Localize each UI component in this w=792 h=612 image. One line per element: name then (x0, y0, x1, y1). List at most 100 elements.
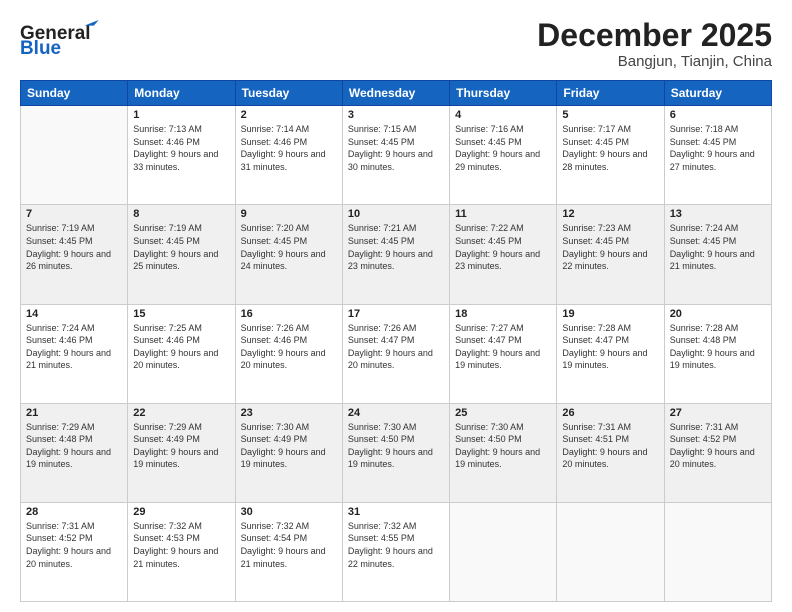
day-info: Sunrise: 7:20 AMSunset: 4:45 PMDaylight:… (241, 222, 337, 272)
table-row: 25 Sunrise: 7:30 AMSunset: 4:50 PMDaylig… (450, 403, 557, 502)
col-thursday: Thursday (450, 81, 557, 106)
table-row: 15 Sunrise: 7:25 AMSunset: 4:46 PMDaylig… (128, 304, 235, 403)
day-info: Sunrise: 7:26 AMSunset: 4:46 PMDaylight:… (241, 322, 337, 372)
table-row: 4 Sunrise: 7:16 AMSunset: 4:45 PMDayligh… (450, 106, 557, 205)
month-title: December 2025 (537, 18, 772, 53)
day-info: Sunrise: 7:28 AMSunset: 4:47 PMDaylight:… (562, 322, 658, 372)
day-info: Sunrise: 7:30 AMSunset: 4:49 PMDaylight:… (241, 421, 337, 471)
day-number: 1 (133, 109, 229, 121)
table-row: 27 Sunrise: 7:31 AMSunset: 4:52 PMDaylig… (664, 403, 771, 502)
table-row: 24 Sunrise: 7:30 AMSunset: 4:50 PMDaylig… (342, 403, 449, 502)
day-info: Sunrise: 7:27 AMSunset: 4:47 PMDaylight:… (455, 322, 551, 372)
day-number: 20 (670, 308, 766, 320)
day-number: 23 (241, 407, 337, 419)
day-info: Sunrise: 7:15 AMSunset: 4:45 PMDaylight:… (348, 123, 444, 173)
day-info: Sunrise: 7:13 AMSunset: 4:46 PMDaylight:… (133, 123, 229, 173)
col-saturday: Saturday (664, 81, 771, 106)
day-number: 6 (670, 109, 766, 121)
table-row: 3 Sunrise: 7:15 AMSunset: 4:45 PMDayligh… (342, 106, 449, 205)
day-info: Sunrise: 7:23 AMSunset: 4:45 PMDaylight:… (562, 222, 658, 272)
table-row (664, 502, 771, 601)
day-info: Sunrise: 7:32 AMSunset: 4:54 PMDaylight:… (241, 520, 337, 570)
logo-svg: General Blue (20, 18, 110, 58)
table-row: 22 Sunrise: 7:29 AMSunset: 4:49 PMDaylig… (128, 403, 235, 502)
calendar-week-row: 28 Sunrise: 7:31 AMSunset: 4:52 PMDaylig… (21, 502, 772, 601)
day-info: Sunrise: 7:30 AMSunset: 4:50 PMDaylight:… (348, 421, 444, 471)
table-row: 12 Sunrise: 7:23 AMSunset: 4:45 PMDaylig… (557, 205, 664, 304)
table-row: 26 Sunrise: 7:31 AMSunset: 4:51 PMDaylig… (557, 403, 664, 502)
day-info: Sunrise: 7:24 AMSunset: 4:45 PMDaylight:… (670, 222, 766, 272)
table-row: 9 Sunrise: 7:20 AMSunset: 4:45 PMDayligh… (235, 205, 342, 304)
calendar-header-row: Sunday Monday Tuesday Wednesday Thursday… (21, 81, 772, 106)
day-number: 19 (562, 308, 658, 320)
day-info: Sunrise: 7:18 AMSunset: 4:45 PMDaylight:… (670, 123, 766, 173)
day-number: 7 (26, 208, 122, 220)
table-row: 21 Sunrise: 7:29 AMSunset: 4:48 PMDaylig… (21, 403, 128, 502)
table-row: 8 Sunrise: 7:19 AMSunset: 4:45 PMDayligh… (128, 205, 235, 304)
day-number: 13 (670, 208, 766, 220)
day-info: Sunrise: 7:24 AMSunset: 4:46 PMDaylight:… (26, 322, 122, 372)
table-row: 17 Sunrise: 7:26 AMSunset: 4:47 PMDaylig… (342, 304, 449, 403)
table-row: 16 Sunrise: 7:26 AMSunset: 4:46 PMDaylig… (235, 304, 342, 403)
day-number: 18 (455, 308, 551, 320)
table-row: 29 Sunrise: 7:32 AMSunset: 4:53 PMDaylig… (128, 502, 235, 601)
col-friday: Friday (557, 81, 664, 106)
day-number: 31 (348, 506, 444, 518)
col-sunday: Sunday (21, 81, 128, 106)
day-info: Sunrise: 7:30 AMSunset: 4:50 PMDaylight:… (455, 421, 551, 471)
day-info: Sunrise: 7:19 AMSunset: 4:45 PMDaylight:… (26, 222, 122, 272)
day-number: 25 (455, 407, 551, 419)
day-number: 8 (133, 208, 229, 220)
table-row: 1 Sunrise: 7:13 AMSunset: 4:46 PMDayligh… (128, 106, 235, 205)
day-info: Sunrise: 7:31 AMSunset: 4:52 PMDaylight:… (670, 421, 766, 471)
day-number: 24 (348, 407, 444, 419)
table-row: 2 Sunrise: 7:14 AMSunset: 4:46 PMDayligh… (235, 106, 342, 205)
day-number: 30 (241, 506, 337, 518)
svg-text:Blue: Blue (20, 38, 61, 58)
calendar-week-row: 14 Sunrise: 7:24 AMSunset: 4:46 PMDaylig… (21, 304, 772, 403)
table-row: 11 Sunrise: 7:22 AMSunset: 4:45 PMDaylig… (450, 205, 557, 304)
page: General Blue December 2025 Bangjun, Tian… (0, 0, 792, 612)
table-row (557, 502, 664, 601)
col-monday: Monday (128, 81, 235, 106)
day-number: 9 (241, 208, 337, 220)
day-info: Sunrise: 7:31 AMSunset: 4:51 PMDaylight:… (562, 421, 658, 471)
title-section: December 2025 Bangjun, Tianjin, China (537, 18, 772, 70)
day-info: Sunrise: 7:29 AMSunset: 4:49 PMDaylight:… (133, 421, 229, 471)
table-row: 19 Sunrise: 7:28 AMSunset: 4:47 PMDaylig… (557, 304, 664, 403)
location: Bangjun, Tianjin, China (537, 53, 772, 70)
day-number: 17 (348, 308, 444, 320)
day-info: Sunrise: 7:22 AMSunset: 4:45 PMDaylight:… (455, 222, 551, 272)
table-row: 30 Sunrise: 7:32 AMSunset: 4:54 PMDaylig… (235, 502, 342, 601)
day-number: 29 (133, 506, 229, 518)
day-number: 11 (455, 208, 551, 220)
day-number: 2 (241, 109, 337, 121)
day-number: 4 (455, 109, 551, 121)
table-row: 10 Sunrise: 7:21 AMSunset: 4:45 PMDaylig… (342, 205, 449, 304)
col-wednesday: Wednesday (342, 81, 449, 106)
calendar-week-row: 1 Sunrise: 7:13 AMSunset: 4:46 PMDayligh… (21, 106, 772, 205)
table-row: 6 Sunrise: 7:18 AMSunset: 4:45 PMDayligh… (664, 106, 771, 205)
day-info: Sunrise: 7:25 AMSunset: 4:46 PMDaylight:… (133, 322, 229, 372)
table-row: 13 Sunrise: 7:24 AMSunset: 4:45 PMDaylig… (664, 205, 771, 304)
day-number: 26 (562, 407, 658, 419)
table-row (450, 502, 557, 601)
table-row: 28 Sunrise: 7:31 AMSunset: 4:52 PMDaylig… (21, 502, 128, 601)
day-info: Sunrise: 7:31 AMSunset: 4:52 PMDaylight:… (26, 520, 122, 570)
day-info: Sunrise: 7:17 AMSunset: 4:45 PMDaylight:… (562, 123, 658, 173)
day-number: 22 (133, 407, 229, 419)
table-row: 20 Sunrise: 7:28 AMSunset: 4:48 PMDaylig… (664, 304, 771, 403)
day-info: Sunrise: 7:32 AMSunset: 4:53 PMDaylight:… (133, 520, 229, 570)
day-info: Sunrise: 7:21 AMSunset: 4:45 PMDaylight:… (348, 222, 444, 272)
table-row: 5 Sunrise: 7:17 AMSunset: 4:45 PMDayligh… (557, 106, 664, 205)
table-row (21, 106, 128, 205)
table-row: 31 Sunrise: 7:32 AMSunset: 4:55 PMDaylig… (342, 502, 449, 601)
calendar-week-row: 7 Sunrise: 7:19 AMSunset: 4:45 PMDayligh… (21, 205, 772, 304)
calendar: Sunday Monday Tuesday Wednesday Thursday… (20, 80, 772, 602)
calendar-week-row: 21 Sunrise: 7:29 AMSunset: 4:48 PMDaylig… (21, 403, 772, 502)
header: General Blue December 2025 Bangjun, Tian… (20, 18, 772, 70)
col-tuesday: Tuesday (235, 81, 342, 106)
day-number: 3 (348, 109, 444, 121)
day-info: Sunrise: 7:29 AMSunset: 4:48 PMDaylight:… (26, 421, 122, 471)
day-number: 5 (562, 109, 658, 121)
